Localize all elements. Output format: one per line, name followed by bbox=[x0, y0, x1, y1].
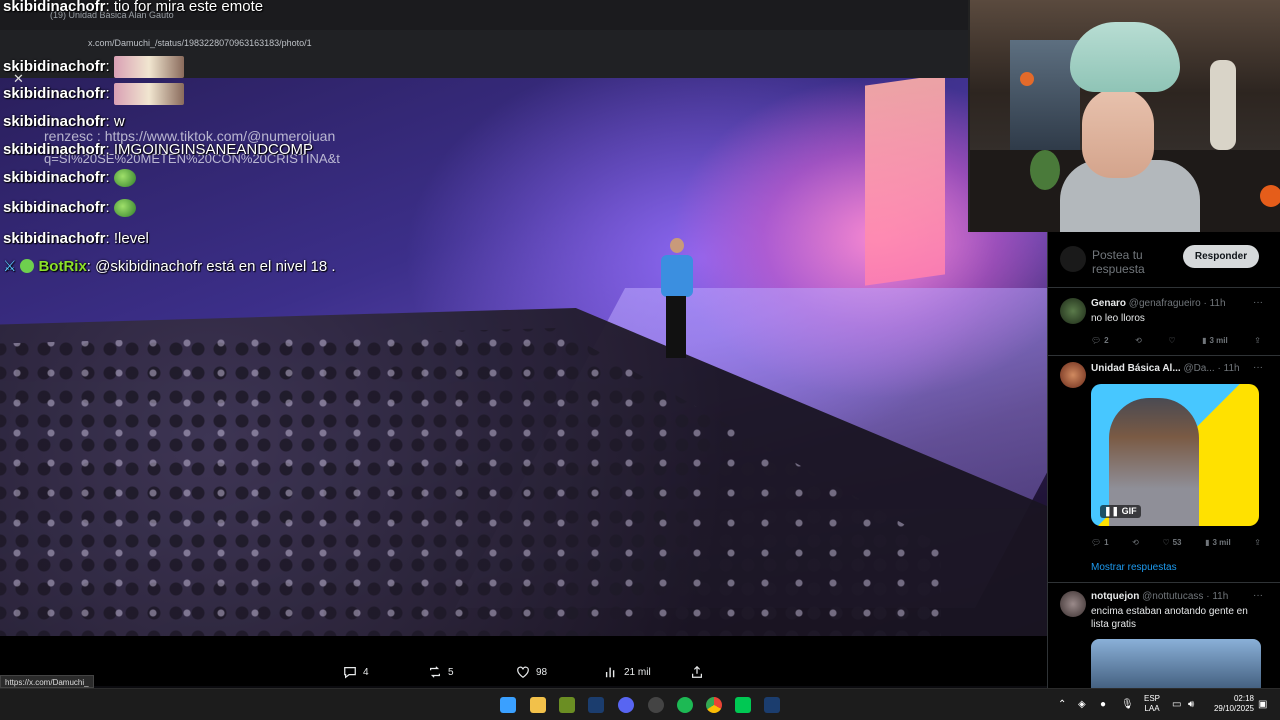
heart-icon bbox=[517, 666, 529, 678]
pepe-emote-icon bbox=[113, 199, 136, 218]
views-action[interactable]: 21 mil bbox=[604, 665, 651, 679]
emote-image bbox=[113, 83, 184, 105]
reply-item[interactable]: notquejon @nottutucass · 11h ··· encima … bbox=[1048, 583, 1280, 688]
microphone-icon[interactable]: 🎙︎ bbox=[1121, 689, 1134, 720]
windows-start-icon[interactable] bbox=[500, 697, 516, 713]
stage-screen-light bbox=[865, 78, 945, 286]
chat-line-bot: ⚔ BotRix: @skibidinachofr está en el nive… bbox=[3, 258, 336, 275]
spotify-icon[interactable] bbox=[677, 697, 693, 713]
chat-line: skibidinachofr: tio for mira este emote bbox=[3, 0, 264, 15]
sword-icon: ⚔ bbox=[3, 258, 17, 275]
reply-action[interactable]: 4 bbox=[343, 665, 369, 679]
heart-icon[interactable]: ♡ 53 bbox=[1162, 538, 1181, 547]
chat-line: skibidinachofr: bbox=[3, 83, 184, 105]
comment-icon bbox=[344, 667, 356, 679]
pepe-emote-icon bbox=[113, 169, 136, 188]
kick-icon[interactable] bbox=[735, 697, 751, 713]
like-action[interactable]: 98 bbox=[516, 665, 547, 679]
file-explorer-icon[interactable] bbox=[530, 697, 546, 713]
link-status-url: https://x.com/Damuchi_ bbox=[0, 675, 94, 688]
replies-panel: Postea tu respuesta Responder Genaro @ge… bbox=[1047, 232, 1280, 688]
monitor-icon[interactable]: ▭ bbox=[1172, 689, 1181, 720]
steam-icon[interactable] bbox=[764, 697, 780, 713]
network-icon[interactable]: ◈ bbox=[1078, 689, 1086, 720]
chrome-icon[interactable] bbox=[706, 697, 722, 713]
minecraft-icon[interactable] bbox=[559, 697, 575, 713]
reply-stats: 💬︎ 1 ⟲ ♡ 53 ▮ 3 mil ⇪ bbox=[1091, 538, 1261, 547]
steam-icon[interactable] bbox=[588, 697, 604, 713]
gif-badge[interactable]: ❚❚ GIF bbox=[1100, 505, 1141, 518]
chat-line: skibidinachofr: bbox=[3, 56, 184, 78]
avatar[interactable] bbox=[1060, 362, 1086, 388]
reply-text: encima estaban anotando gente en lista g… bbox=[1091, 606, 1248, 630]
repost-action[interactable]: 5 bbox=[428, 665, 454, 679]
clock[interactable]: 02:18 29/10/2025 bbox=[1206, 694, 1254, 720]
reply-gif[interactable]: ❚❚ GIF bbox=[1091, 384, 1259, 526]
reply-button[interactable]: Responder bbox=[1183, 245, 1259, 268]
address-bar[interactable]: x.com/Damuchi_/status/198322807096316318… bbox=[88, 35, 948, 51]
chart-icon bbox=[605, 667, 615, 678]
verified-icon bbox=[20, 259, 35, 273]
discord-icon[interactable] bbox=[618, 697, 634, 713]
chat-line: skibidinachofr: !level bbox=[3, 230, 149, 247]
window-background bbox=[1010, 40, 1080, 160]
language-indicator[interactable]: ESP LAA bbox=[1144, 694, 1160, 720]
reply-item[interactable]: Genaro @genafragueiro · 11h ··· no leo l… bbox=[1048, 288, 1280, 358]
chat-line: skibidinachofr: w bbox=[3, 113, 125, 130]
more-icon[interactable]: ··· bbox=[1253, 590, 1263, 601]
reply-item[interactable]: Unidad Básica Al... @Da... · 11h ··· ❚❚ … bbox=[1048, 356, 1280, 586]
notification-icon[interactable]: ▣ bbox=[1258, 689, 1267, 720]
share-action[interactable] bbox=[690, 665, 704, 679]
more-icon[interactable]: ··· bbox=[1253, 297, 1263, 308]
obs-icon[interactable] bbox=[648, 697, 664, 713]
show-replies-link[interactable]: Mostrar respuestas bbox=[1091, 562, 1177, 573]
reply-stats: 💬︎ 2 ⟲ ♡ ▮ 3 mil ⇪ bbox=[1091, 336, 1261, 345]
heart-icon[interactable]: ♡ bbox=[1168, 336, 1175, 345]
share-icon bbox=[692, 665, 702, 678]
taskbar: ⌃ ◈ ● 🎙︎ ESP LAA ▭ 🔊︎ 02:18 29/10/2025 ▣ bbox=[0, 688, 1280, 720]
avatar[interactable] bbox=[1060, 298, 1086, 324]
avatar[interactable] bbox=[1060, 591, 1086, 617]
reply-input[interactable]: Postea tu respuesta bbox=[1092, 248, 1172, 276]
streamer-webcam bbox=[968, 0, 1280, 232]
chat-line: skibidinachofr: IMGOINGINSANEANDCOMP bbox=[3, 141, 314, 158]
views-icon[interactable]: ▮ 3 mil bbox=[1202, 336, 1228, 345]
performer bbox=[657, 238, 695, 368]
comment-icon[interactable]: 💬︎ 1 bbox=[1091, 538, 1109, 547]
repost-icon[interactable]: ⟲ bbox=[1135, 336, 1142, 345]
share-icon[interactable]: ⇪ bbox=[1254, 336, 1261, 345]
reply-image[interactable] bbox=[1091, 639, 1261, 688]
screen: { "browser": { "url": "x.com/Damuchi_/st… bbox=[0, 0, 1280, 720]
reply-text: no leo lloros bbox=[1091, 313, 1145, 324]
chevron-up-icon[interactable]: ⌃ bbox=[1058, 689, 1066, 720]
repost-icon bbox=[430, 666, 440, 678]
comment-icon[interactable]: 💬︎ 2 bbox=[1091, 336, 1109, 345]
chat-line: skibidinachofr: bbox=[3, 169, 136, 188]
emote-image bbox=[113, 56, 184, 78]
tray-app-icon[interactable]: ● bbox=[1100, 689, 1106, 720]
avatar bbox=[1060, 246, 1086, 272]
towel-head bbox=[1070, 22, 1180, 92]
views-icon[interactable]: ▮ 3 mil bbox=[1205, 538, 1231, 547]
more-icon[interactable]: ··· bbox=[1253, 362, 1263, 373]
compose-reply: Postea tu respuesta Responder bbox=[1048, 232, 1280, 288]
chat-line: skibidinachofr: bbox=[3, 199, 136, 218]
repost-icon[interactable]: ⟲ bbox=[1132, 538, 1139, 547]
share-icon[interactable]: ⇪ bbox=[1254, 538, 1261, 547]
post-action-bar: 4 5 98 21 mil bbox=[0, 636, 1047, 686]
streamer-face bbox=[1082, 88, 1154, 178]
volume-icon[interactable]: 🔊︎ bbox=[1188, 689, 1194, 720]
